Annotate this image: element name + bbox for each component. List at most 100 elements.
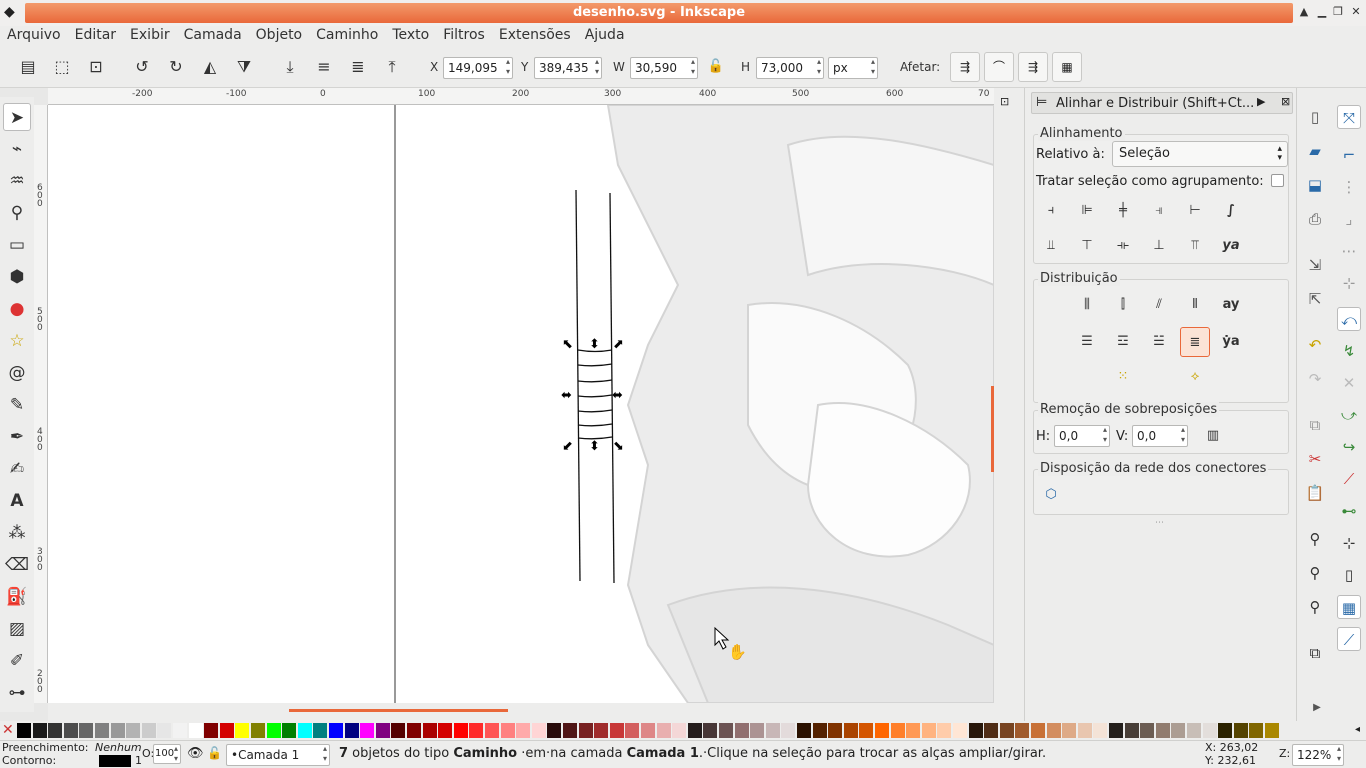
distribute-centers-v-icon[interactable]: ☲ — [1108, 327, 1138, 357]
align-left-edges-icon[interactable]: ⊫ — [1072, 196, 1102, 226]
center-horizontal-axis-icon[interactable]: ⟛ — [1108, 231, 1138, 261]
dock-iconify-icon[interactable]: ▶ — [1257, 95, 1265, 108]
menu-exibir[interactable]: Exibir — [123, 27, 177, 43]
dropper-tool-icon[interactable]: ✐ — [3, 647, 31, 675]
palette-swatch[interactable] — [1124, 723, 1139, 738]
palette-swatch[interactable] — [157, 723, 172, 738]
menu-objeto[interactable]: Objeto — [249, 27, 309, 43]
palette-swatch[interactable] — [1031, 723, 1045, 738]
palette-swatch[interactable] — [79, 723, 94, 738]
fill-value[interactable]: Nenhum — [95, 741, 142, 754]
horizontal-scroll-thumb[interactable] — [289, 709, 508, 712]
snap-rotation-center-icon[interactable]: ⊹ — [1337, 531, 1361, 555]
lock-ratio-icon[interactable]: 🔓 — [704, 55, 728, 79]
snap-bbox-centers-icon[interactable]: ⊹ — [1337, 271, 1361, 295]
palette-swatch[interactable] — [937, 723, 952, 738]
open-document-icon[interactable]: ▰ — [1303, 139, 1327, 163]
rotate-ccw-icon[interactable]: ↺ — [130, 55, 154, 79]
stroke-width-value[interactable]: 1 — [135, 754, 142, 767]
ellipse-tool-icon[interactable]: ● — [3, 295, 31, 323]
dock-title[interactable]: ⊨ Alinhar e Distribuir (Shift+Ct... ▶ ⊠ — [1031, 92, 1293, 114]
snap-paths-icon[interactable]: ↯ — [1337, 339, 1361, 363]
align-right-edges-icon[interactable]: ⫣ — [1144, 196, 1174, 226]
palette-swatch[interactable] — [1202, 723, 1217, 738]
palette-swatch[interactable] — [1155, 723, 1170, 738]
raise-icon[interactable]: ≣ — [346, 55, 370, 79]
arrange-connector-network-icon[interactable]: ⬡ — [1036, 480, 1066, 510]
new-document-icon[interactable]: ▯ — [1303, 105, 1327, 129]
palette-swatch[interactable] — [32, 723, 47, 738]
snap-bbox-icon[interactable]: ⌐ — [1337, 143, 1361, 167]
more-commands-icon[interactable]: ▶ — [1305, 696, 1329, 720]
palette-swatch[interactable] — [235, 723, 250, 738]
redo-icon[interactable]: ↷ — [1303, 367, 1327, 391]
snap-intersections-icon[interactable]: ✕ — [1337, 371, 1361, 395]
palette-swatch[interactable] — [625, 723, 640, 738]
palette-swatch[interactable] — [1233, 723, 1248, 738]
palette-swatch[interactable] — [734, 723, 749, 738]
palette-swatch[interactable] — [329, 723, 343, 738]
palette-swatch[interactable] — [141, 723, 156, 738]
move-patterns-button[interactable]: ▦ — [1052, 52, 1082, 82]
palette-swatch[interactable] — [765, 723, 780, 738]
layer-select[interactable]: •Camada 1 — [226, 744, 330, 766]
palette-swatch[interactable] — [1187, 723, 1201, 738]
scale-stroke-button[interactable]: ⇶ — [950, 52, 980, 82]
palette-swatch[interactable] — [95, 723, 109, 738]
align-left-to-right-icon[interactable]: ⊢ — [1180, 196, 1210, 226]
zoom-input[interactable]: 122% — [1292, 744, 1344, 766]
align-bottom-edges-icon[interactable]: ⊥ — [1144, 231, 1174, 261]
snap-grids-icon[interactable]: ▦ — [1337, 595, 1361, 619]
palette-swatch[interactable] — [1140, 723, 1155, 738]
paint-bucket-tool-icon[interactable]: ⛽ — [3, 583, 31, 611]
palette-swatch[interactable] — [204, 723, 219, 738]
vertical-scrollbar[interactable]: ⊡ — [991, 88, 1024, 721]
select-all-layers-icon[interactable]: ⬚ — [50, 55, 74, 79]
dock-close-icon[interactable]: ⊠ — [1281, 95, 1290, 108]
spiral-tool-icon[interactable]: @ — [3, 359, 31, 387]
palette-swatch[interactable] — [921, 723, 936, 738]
select-all-icon[interactable]: ▤ — [16, 55, 40, 79]
center-vertical-axis-icon[interactable]: ╪ — [1108, 196, 1138, 226]
palette-swatch[interactable] — [859, 723, 874, 738]
snap-page-border-icon[interactable]: ▯ — [1337, 563, 1361, 587]
palette-swatch[interactable] — [890, 723, 905, 738]
pen-tool-icon[interactable]: ✒ — [3, 423, 31, 451]
export-icon[interactable]: ⇱ — [1303, 287, 1327, 311]
snap-bbox-midpoints-icon[interactable]: ⋯ — [1337, 239, 1361, 263]
copy-icon[interactable]: ⧉ — [1303, 413, 1327, 437]
horizontal-scrollbar[interactable] — [48, 703, 994, 721]
palette-swatch[interactable] — [485, 723, 499, 738]
palette-swatch[interactable] — [1171, 723, 1186, 738]
rectangle-tool-icon[interactable]: ▭ — [3, 231, 31, 259]
align-baseline-h-icon[interactable]: ∫ — [1216, 196, 1246, 226]
palette-swatch[interactable] — [1062, 723, 1077, 738]
raise-to-top-icon[interactable]: ⤒ — [380, 55, 404, 79]
undo-icon[interactable]: ↶ — [1303, 333, 1327, 357]
eraser-tool-icon[interactable]: ⌫ — [3, 551, 31, 579]
treat-as-group-checkbox[interactable] — [1271, 174, 1284, 187]
import-icon[interactable]: ⇲ — [1303, 253, 1327, 277]
lower-icon[interactable]: ≡ — [312, 55, 336, 79]
palette-swatch[interactable] — [547, 723, 562, 738]
duplicate-icon[interactable]: ⧉ — [1303, 641, 1327, 665]
zoom-drawing-icon[interactable]: ⚲ — [1303, 561, 1327, 585]
palette-swatch[interactable] — [282, 723, 297, 738]
lower-to-bottom-icon[interactable]: ⤓ — [278, 55, 302, 79]
snap-object-centers-icon[interactable]: ⊷ — [1337, 499, 1361, 523]
snap-bbox-corners-icon[interactable]: ⌟ — [1337, 207, 1361, 231]
palette-swatch[interactable] — [173, 723, 187, 738]
palette-swatch[interactable] — [110, 723, 125, 738]
calligraphy-tool-icon[interactable]: ✍ — [3, 455, 31, 483]
menu-texto[interactable]: Texto — [385, 27, 436, 43]
palette-swatch[interactable] — [1015, 723, 1030, 738]
palette-swatch[interactable] — [1093, 723, 1108, 738]
distribute-left-edges-icon[interactable]: ⫼ — [1072, 290, 1102, 320]
palette-swatch[interactable] — [656, 723, 671, 738]
node-tool-icon[interactable]: ⌁ — [3, 135, 31, 163]
palette-swatch[interactable] — [360, 723, 375, 738]
palette-menu-icon[interactable]: ◂ — [1355, 724, 1360, 735]
palette-swatch[interactable] — [251, 723, 265, 738]
dock-resize-grip-icon[interactable]: ⋯ — [1155, 518, 1164, 528]
palette-swatch[interactable] — [1265, 723, 1279, 738]
